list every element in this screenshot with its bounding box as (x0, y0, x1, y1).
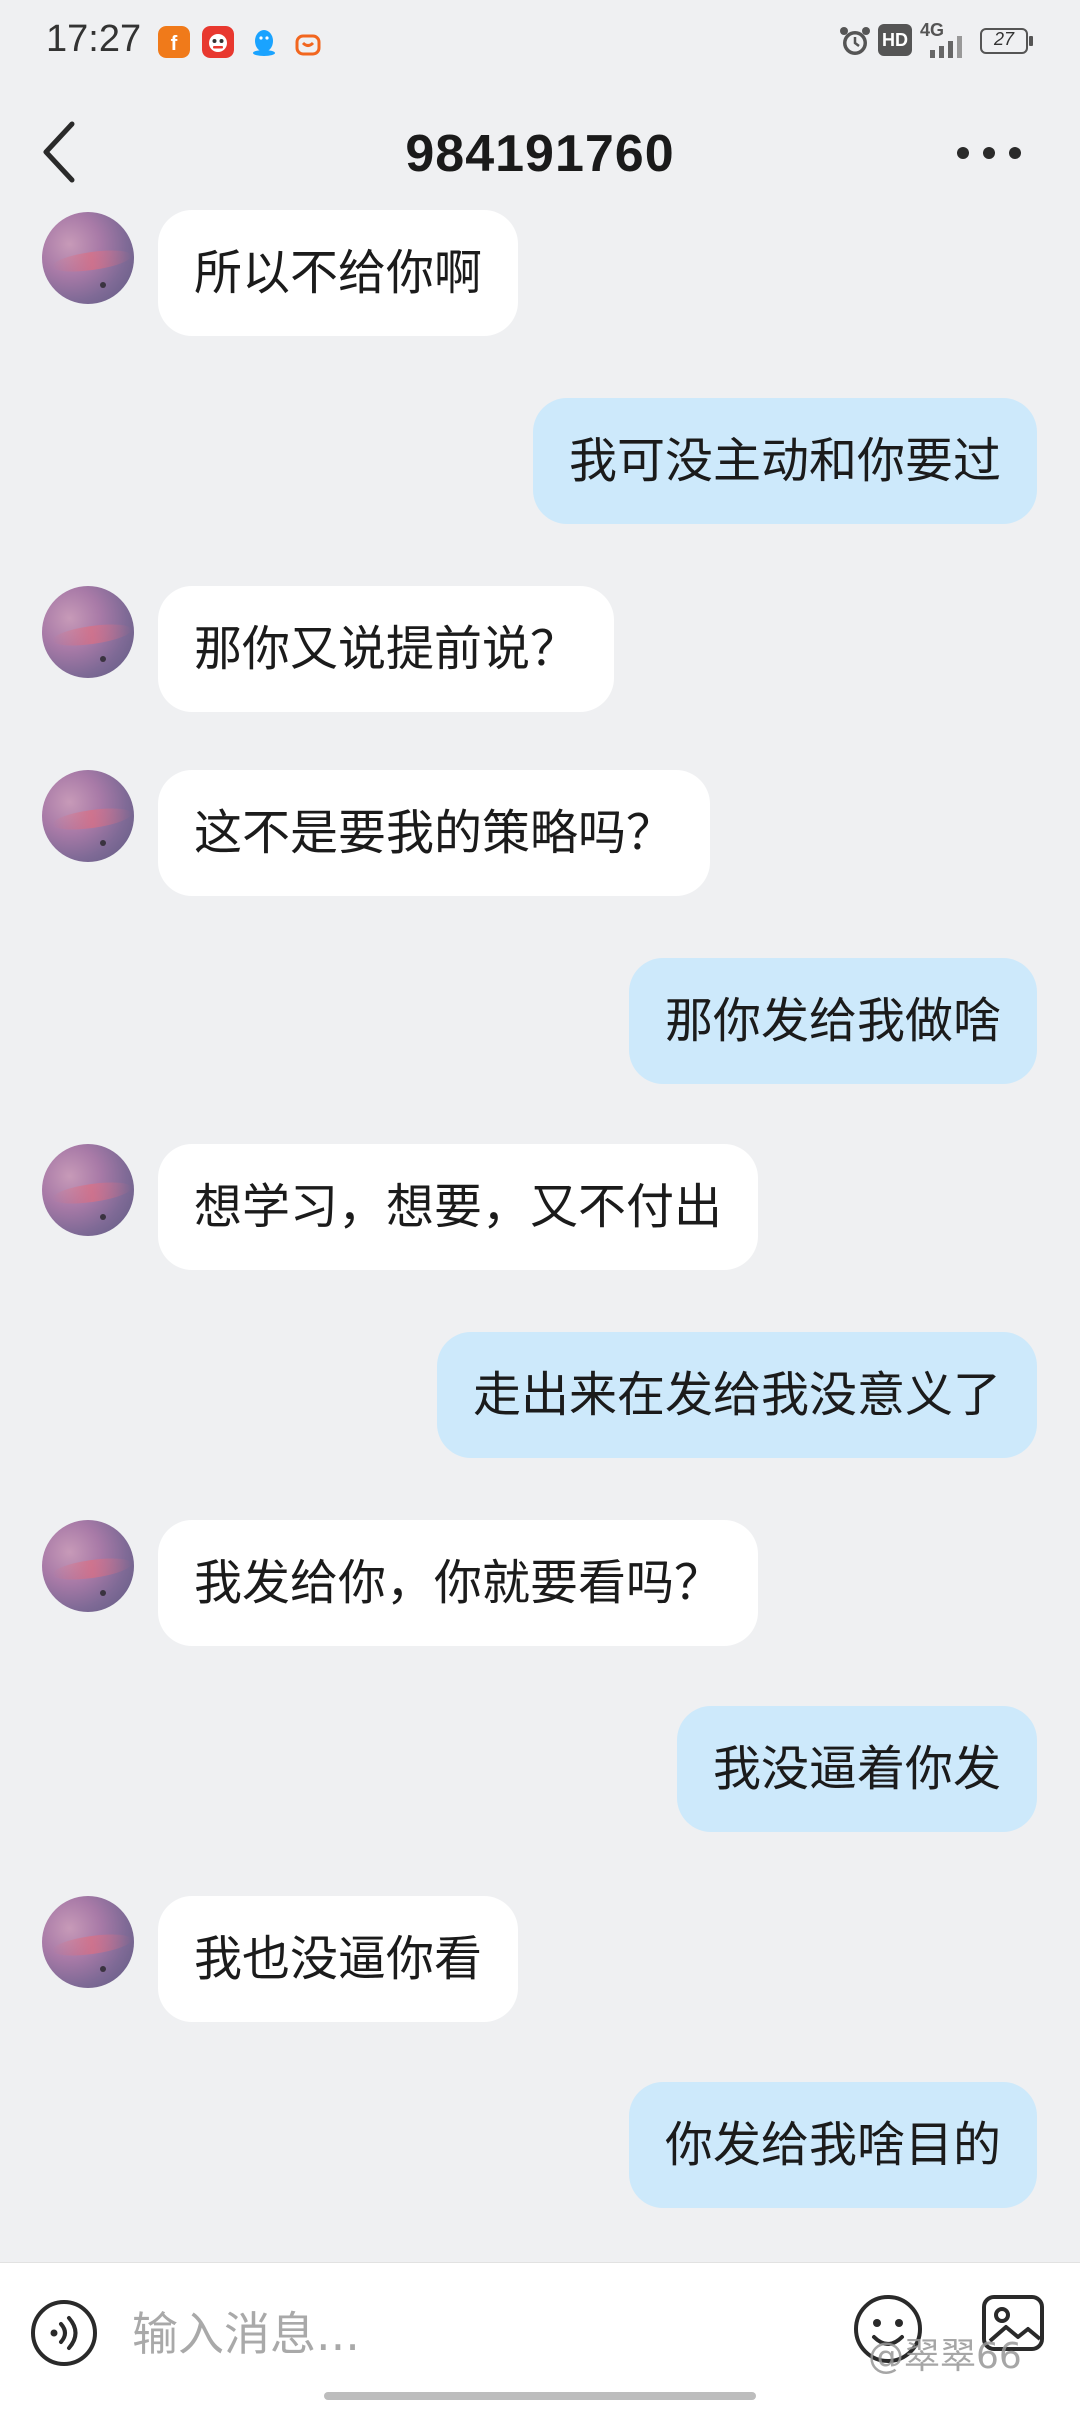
incoming-message-bubble[interactable]: 我发给你，你就要看吗？ (158, 1520, 759, 1646)
home-indicator[interactable] (324, 2392, 756, 2400)
contact-avatar[interactable] (42, 770, 134, 862)
watermark-text: @翠翠66 (868, 2336, 1022, 2377)
voice-input-button[interactable] (30, 2299, 98, 2367)
fire-app-icon: f (158, 26, 190, 58)
chat-title: 984191760 (405, 125, 675, 183)
contact-avatar[interactable] (42, 212, 134, 304)
message-input-bar: @翠翠66 (0, 2262, 1080, 2409)
status-bar: 17:27 f HD 4G 27 (0, 0, 1080, 84)
incoming-message-bubble[interactable]: 想学习，想要，又不付出 (158, 1144, 759, 1270)
chat-header: 984191760 (0, 84, 1080, 224)
signal-icon: 4G (920, 20, 980, 62)
hd-icon: HD (878, 24, 912, 56)
outgoing-message-bubble[interactable]: 你发给我啥目的 (628, 2082, 1037, 2208)
incoming-message-bubble[interactable]: 我也没逼你看 (158, 1896, 519, 2022)
message-input[interactable] (130, 2293, 814, 2375)
outgoing-message-bubble[interactable]: 我可没主动和你要过 (532, 398, 1037, 524)
shopping-bag-icon (295, 34, 321, 56)
network-type: 4G (920, 20, 945, 40)
svg-text:f: f (171, 33, 178, 55)
outgoing-message-bubble[interactable]: 走出来在发给我没意义了 (436, 1332, 1037, 1458)
alarm-icon (840, 27, 870, 55)
incoming-message-bubble[interactable]: 那你又说提前说？ (158, 586, 615, 712)
mascot-app-icon (202, 26, 234, 58)
more-options-button[interactable] (944, 128, 1034, 178)
contact-avatar[interactable] (42, 1520, 134, 1612)
battery-icon: 27 (980, 28, 1033, 54)
qq-penguin-icon (253, 30, 275, 56)
contact-avatar[interactable] (42, 1896, 134, 1988)
outgoing-message-bubble[interactable]: 我没逼着你发 (676, 1706, 1037, 1832)
status-time: 17:27 (46, 18, 142, 60)
incoming-message-bubble[interactable]: 这不是要我的策略吗？ (158, 770, 711, 896)
outgoing-message-bubble[interactable]: 那你发给我做啥 (628, 958, 1037, 1084)
incoming-message-bubble[interactable]: 所以不给你啊 (158, 210, 519, 336)
contact-avatar[interactable] (42, 586, 134, 678)
contact-avatar[interactable] (42, 1144, 134, 1236)
battery-level: 27 (993, 29, 1015, 49)
